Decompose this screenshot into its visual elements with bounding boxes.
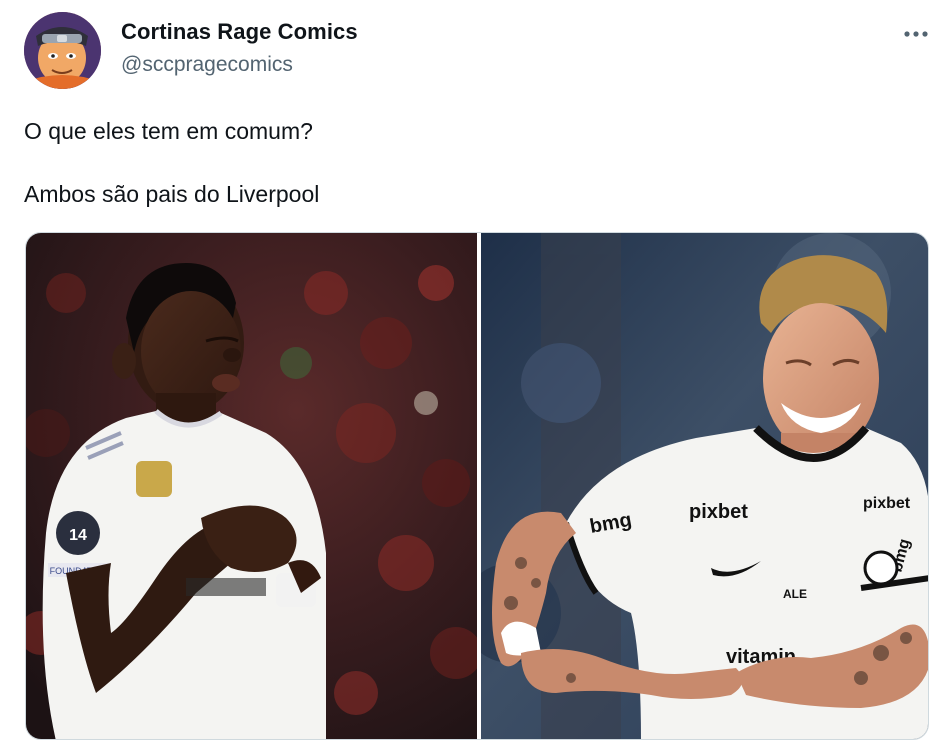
author-display-name[interactable]: Cortinas Rage Comics — [121, 19, 358, 45]
tweet: Cortinas Rage Comics @sccpragecomics O q… — [0, 0, 950, 756]
sponsor-text: pixbet — [863, 495, 911, 512]
author-handle[interactable]: @sccpragecomics — [121, 53, 293, 77]
media-photo-left[interactable]: 14 FOUNDATION — [26, 233, 477, 739]
badge-number: 14 — [69, 527, 87, 544]
avatar-cartoon-ninja-icon — [24, 12, 101, 89]
tweet-media-grid: 14 FOUNDATION — [25, 232, 929, 740]
sponsor-text: ALE — [783, 587, 807, 601]
more-horizontal-icon — [904, 31, 928, 37]
tweet-text-line: Ambos são pais do Liverpool — [24, 181, 320, 207]
author-avatar[interactable] — [24, 12, 101, 89]
more-options-button[interactable] — [896, 20, 936, 48]
tweet-text-line: O que eles tem em comum? — [24, 118, 313, 144]
player-photo-white-kit-red-crowd-icon: 14 FOUNDATION — [26, 233, 477, 739]
sponsor-text: pixbet — [689, 501, 748, 523]
player-photo-white-kit-celebrating-icon: pixbet bmg pixbet bmg ALE vitamin — [481, 233, 928, 739]
media-photo-right[interactable]: pixbet bmg pixbet bmg ALE vitamin — [481, 233, 928, 739]
